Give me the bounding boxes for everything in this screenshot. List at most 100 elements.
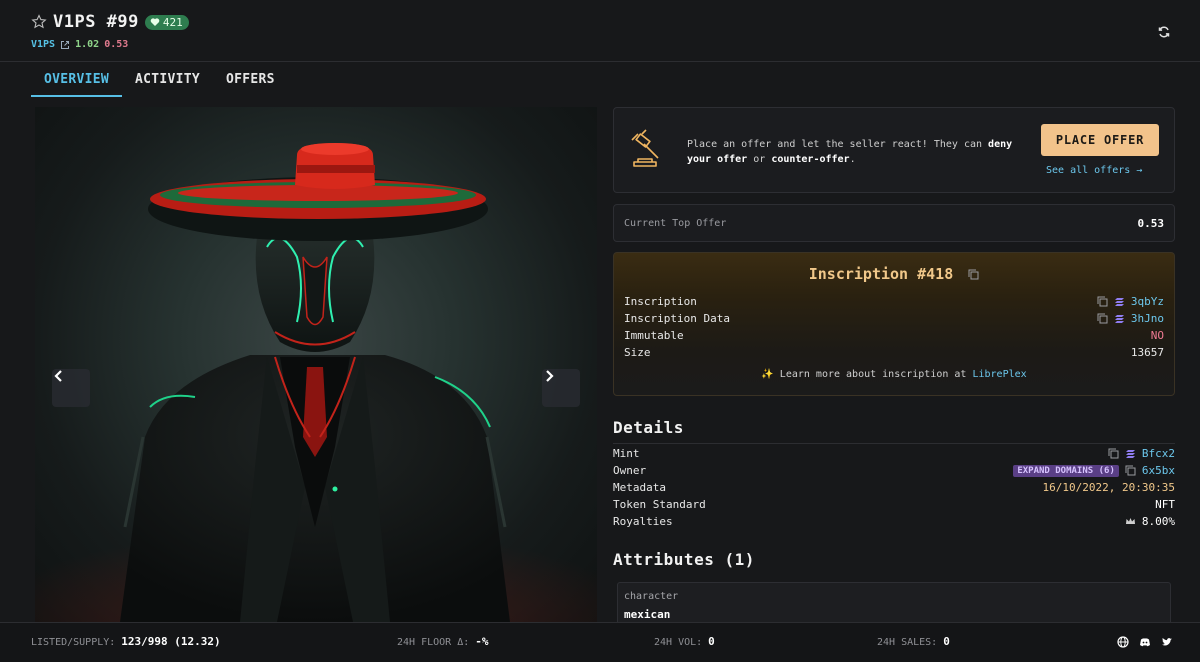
likes-badge[interactable]: 421 <box>144 14 189 30</box>
owner-row: Owner EXPAND DOMAINS (6) 6x5bx <box>613 464 1175 480</box>
listed-supply-value: 123/998 (12.32) <box>121 635 221 648</box>
social-links <box>1117 636 1173 648</box>
attribute-trait: character <box>624 591 679 602</box>
mint-link[interactable]: Bfcx2 <box>1142 447 1175 460</box>
copy-icon[interactable] <box>1108 448 1119 459</box>
copy-icon[interactable] <box>968 266 979 280</box>
gavel-icon <box>630 128 670 172</box>
token-standard-label: Token Standard <box>613 498 706 511</box>
offer-description: Place an offer and let the seller react!… <box>687 137 1017 167</box>
learn-more-text: ✨ Learn more about inscription at <box>761 369 973 380</box>
listed-supply-label: LISTED/SUPPLY: <box>31 637 116 648</box>
twitter-icon[interactable] <box>1161 636 1173 648</box>
solana-icon <box>1114 313 1125 324</box>
place-offer-button[interactable]: PLACE OFFER <box>1041 124 1159 156</box>
royalties-label: Royalties <box>613 515 673 528</box>
royalties-row: Royalties 8.00% <box>613 515 1175 531</box>
mint-row: Mint Bfcx2 <box>613 447 1175 463</box>
metadata-row: Metadata 16/10/2022, 20:30:35 <box>613 481 1175 497</box>
mint-label: Mint <box>613 447 640 460</box>
nft-image <box>35 107 597 622</box>
footer-stats-bar: LISTED/SUPPLY: 123/998 (12.32) 24H FLOOR… <box>0 622 1200 662</box>
royalties-value: 8.00% <box>1141 515 1175 528</box>
token-standard-row: Token Standard NFT <box>613 498 1175 514</box>
owner-label: Owner <box>613 464 647 477</box>
attribute-value: mexican <box>624 608 671 621</box>
page-title: V1PS #99 <box>53 12 139 32</box>
size-value: 13657 <box>1130 346 1164 359</box>
inscription-title: Inscription #418 <box>614 265 1174 283</box>
tab-bar: OVERVIEW ACTIVITY OFFERS <box>31 62 288 98</box>
current-top-offer: Current Top Offer 0.53 <box>613 204 1175 242</box>
solana-icon <box>1114 296 1125 307</box>
offer-card: Place an offer and let the seller react!… <box>613 107 1175 193</box>
metadata-label: Metadata <box>613 481 666 494</box>
refresh-icon[interactable] <box>1157 24 1171 38</box>
floor-change-value: -% <box>475 635 489 648</box>
inscription-title-text: Inscription #418 <box>808 265 954 283</box>
expand-domains-button[interactable]: EXPAND DOMAINS (6) <box>1013 464 1119 477</box>
owner-link[interactable]: 6x5bx <box>1142 464 1175 477</box>
size-row: Size 13657 <box>624 346 1164 362</box>
top-offer-value: 0.53 <box>1137 217 1165 230</box>
floor-change-label: 24H FLOOR Δ: <box>397 637 470 648</box>
sales-value: 0 <box>943 635 950 648</box>
chevron-left-icon <box>54 370 62 382</box>
crown-icon <box>1125 516 1136 527</box>
offer-dot: . <box>849 154 856 165</box>
collection-link[interactable]: V1PS <box>31 39 55 50</box>
copy-icon[interactable] <box>1097 313 1108 324</box>
sales-label: 24H SALES: <box>877 637 938 648</box>
see-all-offers-link[interactable]: See all offers → <box>1046 165 1142 176</box>
collection-row: V1PS 1.02 0.53 <box>31 39 128 50</box>
volume-label: 24H VOL: <box>654 637 703 648</box>
immutable-key: Immutable <box>624 329 684 342</box>
immutable-value: NO <box>1150 329 1164 342</box>
globe-icon[interactable] <box>1117 636 1129 648</box>
details-divider <box>613 443 1175 444</box>
likes-count: 421 <box>162 15 183 29</box>
inscription-key: Inscription <box>624 295 697 308</box>
inscription-card: Inscription #418 Inscription 3qbYz Inscr… <box>613 252 1175 396</box>
offer-text: Place an offer and let the seller react!… <box>687 139 983 150</box>
volume-stat: 24H VOL: 0 <box>654 635 715 648</box>
title-row: V1PS #99 421 <box>31 12 189 32</box>
heart-icon <box>150 18 160 26</box>
external-link-icon[interactable] <box>60 40 70 50</box>
tab-activity[interactable]: ACTIVITY <box>122 62 213 97</box>
metadata-value[interactable]: 16/10/2022, 20:30:35 <box>1043 481 1175 494</box>
floor-change-stat: 24H FLOOR Δ: -% <box>397 635 489 648</box>
details-heading: Details <box>613 418 684 437</box>
next-image-button[interactable] <box>542 369 580 407</box>
inscription-data-link[interactable]: 3hJno <box>1131 312 1164 325</box>
header: V1PS #99 421 V1PS 1.02 0.53 <box>0 0 1200 62</box>
copy-icon[interactable] <box>1097 296 1108 307</box>
offer-or-text: or <box>747 154 772 165</box>
tab-offers[interactable]: OFFERS <box>213 62 288 97</box>
learn-more: ✨ Learn more about inscription at LibreP… <box>614 369 1174 380</box>
top-offer-label: Current Top Offer <box>624 218 727 229</box>
sales-stat: 24H SALES: 0 <box>877 635 950 648</box>
star-icon[interactable] <box>31 14 47 30</box>
token-standard-value: NFT <box>1155 498 1175 511</box>
immutable-row: Immutable NO <box>624 329 1164 345</box>
libreplex-link[interactable]: LibrePlex <box>972 369 1026 380</box>
solana-icon <box>1125 448 1136 459</box>
inscription-data-row: Inscription Data 3hJno <box>624 312 1164 328</box>
attributes-heading: Attributes (1) <box>613 550 755 569</box>
copy-icon[interactable] <box>1125 465 1136 476</box>
discord-icon[interactable] <box>1139 636 1151 648</box>
size-key: Size <box>624 346 651 359</box>
inscription-data-key: Inscription Data <box>624 312 730 325</box>
listed-supply-stat: LISTED/SUPPLY: 123/998 (12.32) <box>31 635 221 648</box>
tab-overview[interactable]: OVERVIEW <box>31 62 123 97</box>
inscription-link[interactable]: 3qbYz <box>1131 295 1164 308</box>
inscription-row: Inscription 3qbYz <box>624 295 1164 311</box>
offer-price: 0.53 <box>104 39 129 50</box>
offer-counter-text: counter-offer <box>771 154 850 165</box>
floor-price: 1.02 <box>75 39 100 50</box>
chevron-right-icon <box>546 370 554 382</box>
attribute-card[interactable]: character mexican <box>617 582 1171 626</box>
volume-value: 0 <box>708 635 715 648</box>
prev-image-button[interactable] <box>52 369 90 407</box>
